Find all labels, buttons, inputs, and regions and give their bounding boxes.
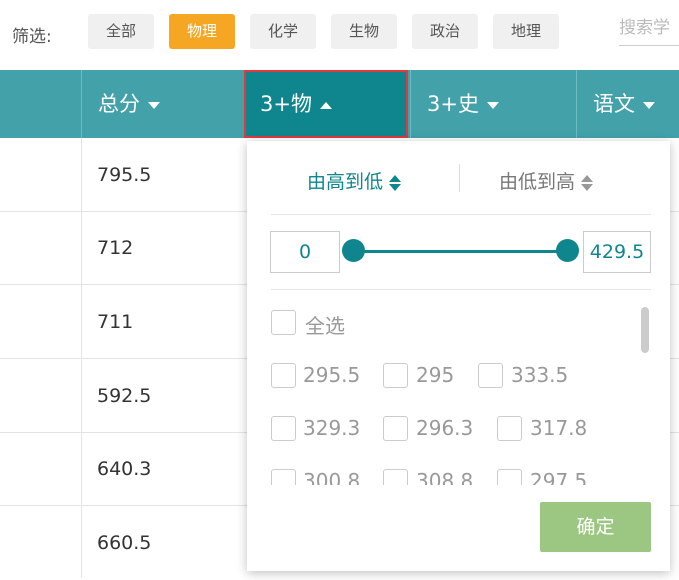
column-header-total[interactable]: 总分 — [82, 70, 244, 138]
value-label: 329.3 — [303, 416, 361, 440]
sort-ascending-option[interactable]: 由低到高 — [499, 167, 594, 194]
divider — [271, 214, 651, 215]
column-header-label: 3+物 — [260, 92, 312, 116]
range-slider-min-handle[interactable] — [342, 239, 365, 262]
value-label: 295 — [416, 363, 455, 387]
value-label: 295.5 — [303, 363, 361, 387]
filter-label: 筛选: — [12, 27, 52, 47]
list-scrollbar[interactable] — [641, 307, 649, 353]
caret-up-icon — [319, 101, 332, 109]
value-checkbox[interactable] — [383, 469, 408, 485]
value-label: 317.8 — [530, 416, 588, 440]
sort-descending-option[interactable]: 由高到低 — [307, 167, 402, 194]
value-checkbox[interactable] — [271, 469, 296, 485]
range-slider-track[interactable] — [353, 250, 568, 253]
column-header-chinese[interactable]: 语文 — [577, 70, 679, 138]
filter-chip-geography[interactable]: 地理 — [493, 14, 559, 49]
column-header-label: 语文 — [593, 92, 635, 116]
column-divider — [576, 70, 577, 138]
filter-chip-biology[interactable]: 生物 — [331, 14, 397, 49]
divider — [271, 289, 651, 290]
value-label: 333.5 — [511, 363, 569, 387]
value-checkbox-list[interactable]: 全选 295.5 295 333.5 329.3 296.3 317.8 300… — [271, 299, 651, 485]
filter-bar: 筛选: 全部 物理 化学 生物 政治 地理 — [0, 0, 679, 70]
filter-chip-politics[interactable]: 政治 — [412, 14, 478, 49]
value-checkbox[interactable] — [478, 363, 503, 388]
value-checkbox[interactable] — [271, 363, 296, 388]
total-score-cell: 712 — [97, 237, 134, 259]
sort-icon — [389, 173, 402, 193]
range-slider-max-handle[interactable] — [556, 239, 579, 262]
column-filter-popup: 由高到低 由低到高 0 429.5 全选 295.5 295 333.5 329… — [247, 141, 670, 571]
total-score-cell: 660.5 — [97, 532, 152, 554]
sort-descending-label: 由高到低 — [307, 171, 384, 193]
value-label: 300.8 — [303, 469, 361, 485]
total-score-cell: 640.3 — [97, 458, 152, 480]
column-header-label: 3+史 — [427, 92, 479, 116]
divider — [459, 164, 460, 192]
column-header-history-combo[interactable]: 3+史 — [411, 70, 576, 138]
range-min-input[interactable]: 0 — [270, 231, 340, 273]
column-divider — [410, 70, 411, 138]
total-score-cell: 711 — [97, 311, 134, 333]
sort-ascending-label: 由低到高 — [499, 171, 576, 193]
value-label: 308.8 — [416, 469, 474, 485]
select-all-checkbox[interactable] — [271, 310, 296, 335]
table-header: 总分 3+物 3+史 语文 — [0, 70, 679, 138]
sort-icon — [581, 173, 594, 193]
range-max-input[interactable]: 429.5 — [583, 231, 651, 273]
caret-down-icon — [148, 101, 160, 109]
filter-chip-chemistry[interactable]: 化学 — [250, 14, 316, 49]
total-score-cell: 592.5 — [97, 385, 152, 407]
filter-chip-physics[interactable]: 物理 — [169, 14, 235, 49]
value-label: 297.5 — [530, 469, 588, 485]
column-header-physics-combo[interactable]: 3+物 — [244, 70, 408, 138]
value-checkbox[interactable] — [271, 416, 296, 441]
search-input[interactable] — [619, 10, 679, 46]
caret-down-icon — [486, 101, 499, 109]
filter-chip-all[interactable]: 全部 — [88, 14, 154, 49]
value-checkbox[interactable] — [497, 469, 522, 485]
select-all-label: 全选 — [305, 314, 345, 338]
value-checkbox[interactable] — [497, 416, 522, 441]
value-label: 296.3 — [416, 416, 474, 440]
caret-down-icon — [643, 101, 655, 109]
column-header-label: 总分 — [98, 92, 140, 116]
value-checkbox[interactable] — [383, 363, 408, 388]
total-score-cell: 795.5 — [97, 164, 152, 186]
column-divider — [81, 70, 82, 138]
value-checkbox[interactable] — [383, 416, 408, 441]
confirm-button[interactable]: 确定 — [540, 502, 651, 552]
